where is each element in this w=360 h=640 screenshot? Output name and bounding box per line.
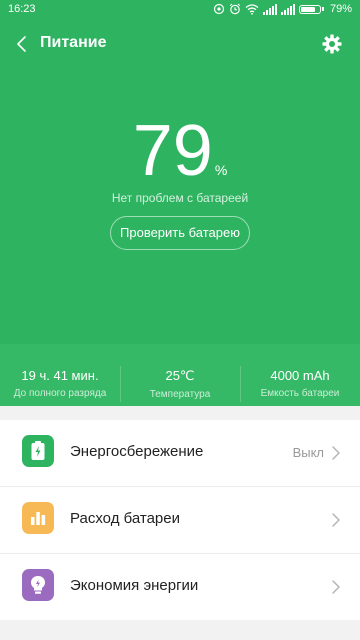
battery-stats: 19 ч. 41 мин. До полного разряда 25℃ Тем… <box>0 344 360 406</box>
app-bar: Питание <box>0 24 360 64</box>
wifi-icon <box>245 4 259 15</box>
back-icon[interactable] <box>10 32 34 56</box>
battery-percentage: 79% <box>0 110 360 192</box>
stat-value: 19 ч. 41 мин. <box>21 368 99 383</box>
notification-icon <box>213 3 225 15</box>
stat-label: До полного разряда <box>13 388 107 399</box>
bar-chart-icon <box>22 502 54 534</box>
list-item-label: Расход батареи <box>70 510 180 527</box>
list-item-energy-saving[interactable]: Экономия энергии <box>0 554 360 620</box>
list-item-power-saving[interactable]: Энергосбережение Выкл <box>0 420 360 487</box>
stat-value: 25℃ <box>165 368 195 383</box>
battery-percent-sign: % <box>214 162 228 178</box>
power-saving-status: Выкл <box>292 445 324 460</box>
stat-label: Температура <box>149 389 211 400</box>
stat-capacity: 4000 mAh Емкость батареи <box>240 344 360 406</box>
list-item-label: Экономия энергии <box>70 577 199 594</box>
page-title: Питание <box>40 34 107 51</box>
stat-label: Емкость батареи <box>260 388 340 399</box>
battery-saver-icon <box>22 435 54 467</box>
battery-percent-value: 79 <box>132 111 213 191</box>
status-bar: 16:23 79% <box>0 0 360 20</box>
status-icons: 79% <box>213 3 352 15</box>
chevron-right-icon <box>332 446 340 460</box>
battery-status-text: Нет проблем с батареей <box>111 191 249 205</box>
stat-value: 4000 mAh <box>270 368 330 383</box>
stat-temperature: 25℃ Температура <box>120 344 240 406</box>
list-item-battery-usage[interactable]: Расход батареи <box>0 487 360 554</box>
gear-icon[interactable] <box>320 32 344 56</box>
alarm-icon <box>229 3 241 15</box>
chevron-right-icon <box>332 580 340 594</box>
settings-list: Энергосбережение Выкл Расход батареи Эко… <box>0 420 360 620</box>
lightbulb-icon <box>22 569 54 601</box>
check-battery-button[interactable]: Проверить батарею <box>110 216 250 250</box>
signal-icon <box>262 3 277 15</box>
chevron-right-icon <box>332 513 340 527</box>
list-item-label: Энергосбережение <box>70 443 204 460</box>
stat-time-remaining: 19 ч. 41 мин. До полного разряда <box>0 344 120 406</box>
signal-icon-2 <box>280 3 295 15</box>
battery-status-icon <box>298 4 324 14</box>
status-battery-percent: 79% <box>329 3 352 15</box>
status-time: 16:23 <box>8 3 36 15</box>
